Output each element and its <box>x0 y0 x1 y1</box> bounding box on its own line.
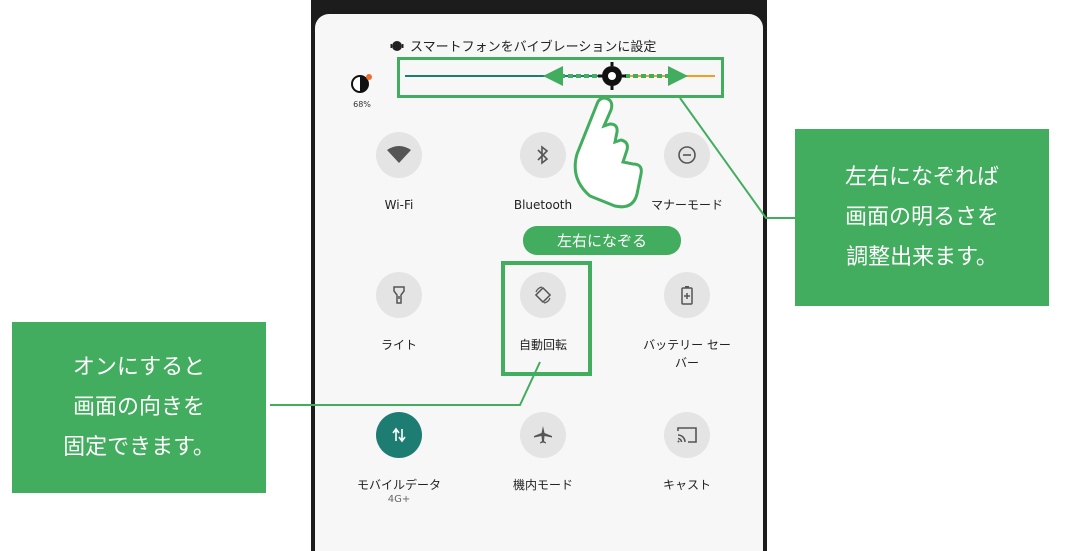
brightness-connector-line <box>679 97 800 219</box>
rotation-callout: オンにすると 画面の向きを 固定できます。 <box>12 322 266 493</box>
rotation-callout-text: オンにすると 画面の向きを 固定できます。 <box>63 354 215 460</box>
rotation-connector-line <box>270 361 541 406</box>
brightness-callout: 左右になぞれば 画面の明るさを 調整出来ます。 <box>795 129 1049 306</box>
brightness-callout-text: 左右になぞれば 画面の明るさを 調整出来ます。 <box>844 164 999 270</box>
